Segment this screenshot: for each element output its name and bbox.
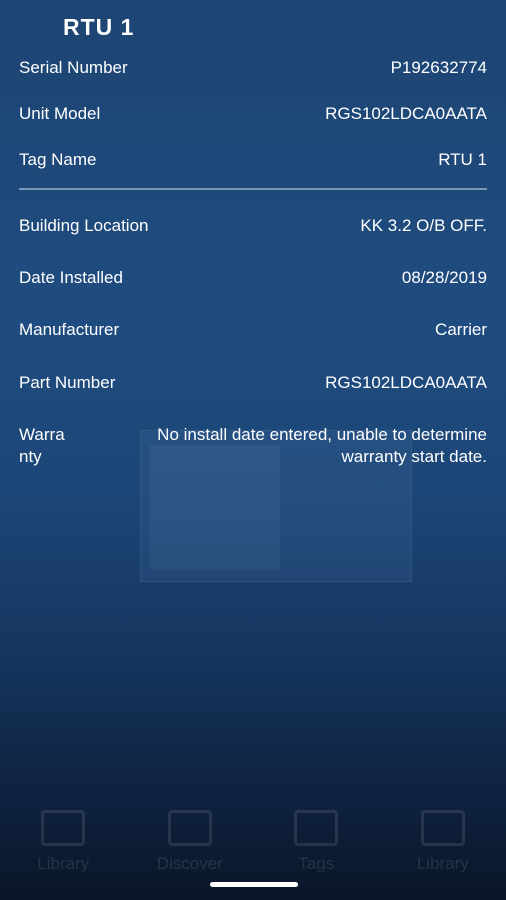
warranty-label-line: nty — [19, 447, 42, 466]
detail-label: Part Number — [19, 373, 116, 392]
nav-item-library-2[interactable]: Library — [388, 810, 498, 874]
detail-label: Serial Number — [19, 58, 128, 77]
detail-label: Unit Model — [19, 104, 101, 123]
nav-label: Discover — [156, 854, 223, 873]
detail-value: RTU 1 — [438, 150, 487, 169]
detail-label: Tag Name — [19, 150, 97, 169]
detail-row-unit-model: Unit Model RGS102LDCA0AATA — [19, 103, 487, 125]
nav-item-library[interactable]: Library — [8, 810, 118, 874]
detail-row-date-installed: Date Installed 08/28/2019 — [19, 267, 487, 289]
detail-value: KK 3.2 O/B OFF. — [360, 216, 487, 235]
detail-row-manufacturer: Manufacturer Carrier — [19, 319, 487, 341]
nav-item-tags[interactable]: Tags — [261, 810, 371, 874]
detail-row-serial-number: Serial Number P192632774 — [19, 57, 487, 79]
detail-value: P192632774 — [390, 58, 487, 77]
warranty-value: No install date entered, unable to deter… — [107, 424, 487, 468]
warranty-value-line: warranty start date. — [341, 447, 487, 466]
detail-label: Date Installed — [19, 268, 123, 287]
nav-label: Tags — [298, 854, 335, 873]
detail-value: 08/28/2019 — [401, 268, 487, 287]
detail-row-tag-name: Tag Name RTU 1 — [19, 149, 487, 171]
home-indicator[interactable] — [210, 882, 298, 887]
detail-row-building-location: Building Location KK 3.2 O/B OFF. — [19, 215, 487, 237]
nav-label: Library — [416, 854, 469, 873]
detail-value: RGS102LDCA0AATA — [325, 373, 487, 392]
detail-row-part-number: Part Number RGS102LDCA0AATA — [19, 372, 487, 394]
warranty-label-line: Warra — [19, 425, 65, 444]
detail-value: RGS102LDCA0AATA — [325, 104, 487, 123]
nav-item-discover[interactable]: Discover — [135, 810, 245, 874]
detail-label: Manufacturer — [19, 320, 120, 339]
warranty-value-line: No install date entered, unable to deter… — [157, 425, 487, 444]
folder-icon — [41, 810, 86, 846]
section-divider — [19, 188, 487, 190]
warranty-label: Warra nty — [19, 424, 89, 468]
scan-icon — [167, 810, 212, 846]
detail-row-warranty: Warra nty No install date entered, unabl… — [19, 424, 487, 468]
detail-label: Building Location — [19, 216, 149, 235]
page-title: RTU 1 — [63, 14, 135, 40]
nav-label: Library — [37, 854, 90, 873]
detail-value: Carrier — [435, 320, 487, 339]
briefcase-icon — [420, 810, 465, 846]
tag-icon — [294, 810, 339, 846]
